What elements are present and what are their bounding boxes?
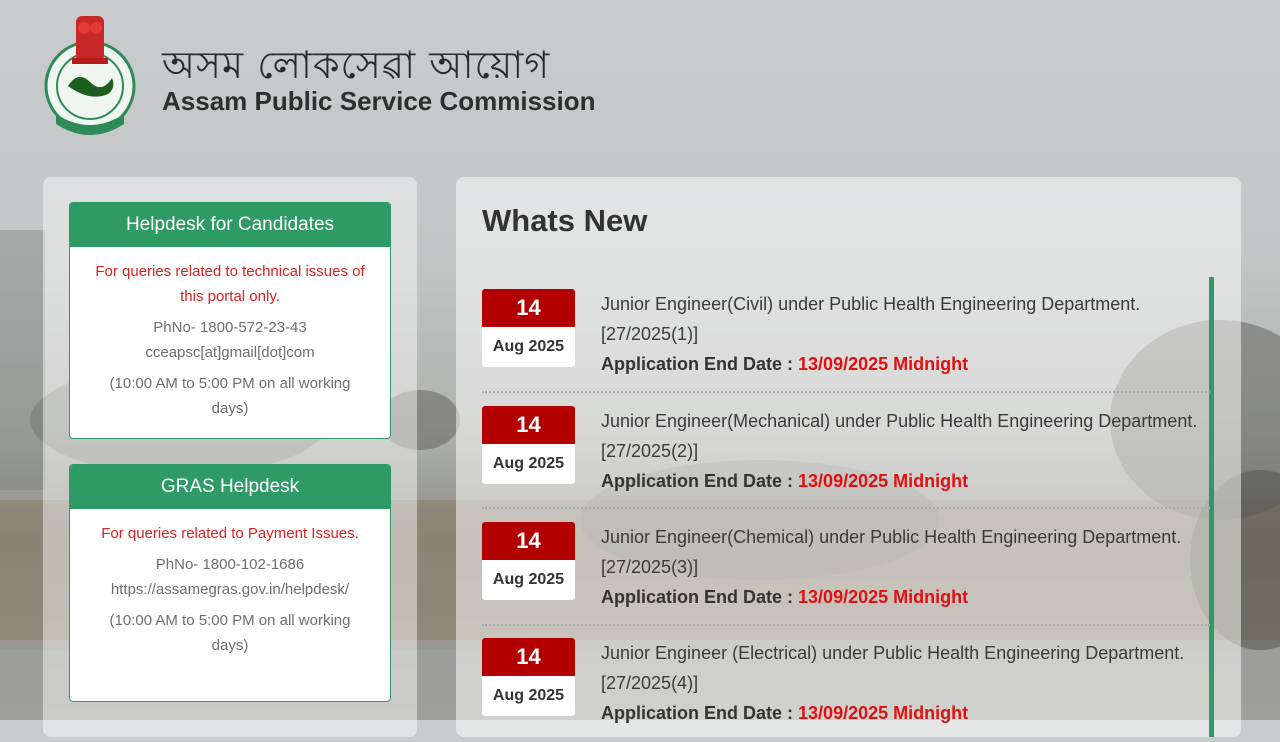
news-end-date: 13/09/2025 Midnight xyxy=(798,703,969,723)
news-item[interactable]: 14 Aug 2025 Junior Engineer (Electrical)… xyxy=(482,626,1210,742)
news-divider xyxy=(482,507,1210,509)
helpdesk-candidates-title: Helpdesk for Candidates xyxy=(70,203,390,247)
helpdesk-candidates-hours: (10:00 AM to 5:00 PM on all working days… xyxy=(109,375,351,417)
helpdesk-candidates-email: cceapsc[at]gmail[dot]com xyxy=(145,344,315,361)
apsc-emblem-icon[interactable] xyxy=(42,14,138,136)
news-date-badge: 14 Aug 2025 xyxy=(482,406,575,484)
helpdesk-candidates-card: Helpdesk for Candidates For queries rela… xyxy=(69,202,391,439)
news-date-month: Aug 2025 xyxy=(492,338,565,355)
news-end-date: 13/09/2025 Midnight xyxy=(798,354,969,374)
gras-helpdesk-link[interactable]: https://assamegras.gov.in/helpdesk/ xyxy=(90,577,370,602)
title-english: Assam Public Service Commission xyxy=(162,86,596,116)
news-end-date: 13/09/2025 Midnight xyxy=(798,587,969,607)
news-item[interactable]: 14 Aug 2025 Junior Engineer(Chemical) un… xyxy=(482,510,1210,626)
news-item[interactable]: 14 Aug 2025 Junior Engineer(Mechanical) … xyxy=(482,394,1210,510)
gras-helpdesk-card: GRAS Helpdesk For queries related to Pay… xyxy=(69,464,391,702)
whats-new-panel: Whats New 14 Aug 2025 Junior Engineer(Ci… xyxy=(456,177,1241,737)
gras-helpdesk-title: GRAS Helpdesk xyxy=(70,465,390,509)
news-end-label: Application End Date : xyxy=(601,587,794,607)
news-end-label: Application End Date : xyxy=(601,471,794,491)
news-date-day: 14 xyxy=(482,406,575,444)
news-item[interactable]: 14 Aug 2025 Junior Engineer(Civil) under… xyxy=(482,277,1210,393)
news-date-badge: 14 Aug 2025 xyxy=(482,289,575,367)
helpdesk-candidates-note: For queries related to technical issues … xyxy=(95,263,365,305)
site-header: অসম লোকসেৱা আয়োগ Assam Public Service C… xyxy=(0,0,1280,160)
news-date-day: 14 xyxy=(482,638,575,676)
news-date-month: Aug 2025 xyxy=(492,571,565,588)
news-item-title[interactable]: Junior Engineer(Chemical) under Public H… xyxy=(601,522,1201,582)
news-end-label: Application End Date : xyxy=(601,354,794,374)
news-item-title[interactable]: Junior Engineer(Civil) under Public Heal… xyxy=(601,289,1201,349)
news-item-title[interactable]: Junior Engineer (Electrical) under Publi… xyxy=(601,638,1201,698)
helpdesk-candidates-phone: PhNo- 1800-572-23-43 xyxy=(153,319,307,336)
news-date-day: 14 xyxy=(482,522,575,560)
news-date-day: 14 xyxy=(482,289,575,327)
news-date-month: Aug 2025 xyxy=(492,455,565,472)
news-divider xyxy=(482,391,1210,393)
helpdesk-panel: Helpdesk for Candidates For queries rela… xyxy=(43,177,417,737)
news-date-badge: 14 Aug 2025 xyxy=(482,638,575,716)
news-date-badge: 14 Aug 2025 xyxy=(482,522,575,600)
whats-new-title: Whats New xyxy=(482,203,648,238)
gras-helpdesk-hours: (10:00 AM to 5:00 PM on all working days… xyxy=(109,612,351,654)
gras-helpdesk-phone: PhNo- 1800-102-1686 xyxy=(155,556,305,573)
news-date-month: Aug 2025 xyxy=(492,687,565,704)
news-item-title[interactable]: Junior Engineer(Mechanical) under Public… xyxy=(601,406,1201,466)
news-end-date: 13/09/2025 Midnight xyxy=(798,471,969,491)
news-end-label: Application End Date : xyxy=(601,703,794,723)
gras-helpdesk-note: For queries related to Payment Issues. xyxy=(101,525,359,542)
